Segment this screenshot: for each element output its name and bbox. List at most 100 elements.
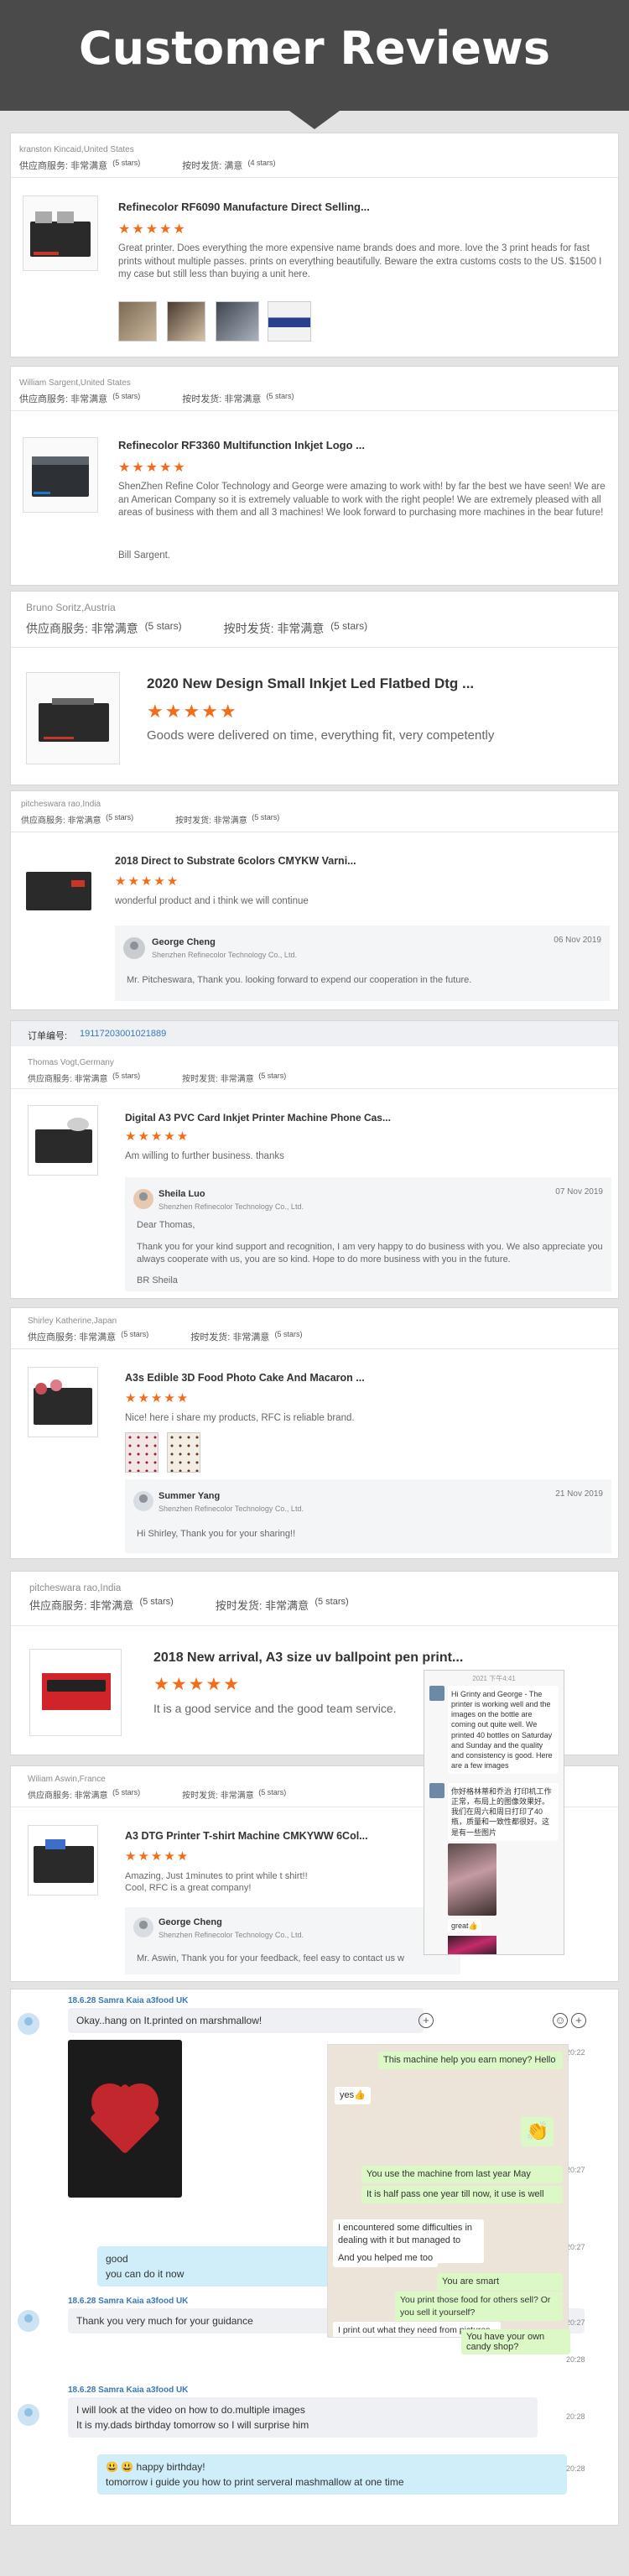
shipping-label: 按时发货: <box>182 1791 218 1801</box>
rating-line: 供应商服务: 非常满意 (5 stars) 按时发货: 非常满意 (5 star… <box>19 392 294 405</box>
product-title[interactable]: 2020 New Design Small Inkjet Led Flatbed… <box>147 675 474 692</box>
product-thumbnail[interactable] <box>23 196 98 271</box>
supplier-rating: 非常满意 <box>70 394 108 404</box>
contact-name: 18.6.28 Samra Kaia a3food UK <box>68 2386 189 2395</box>
star-rating: ★★★★★ <box>125 1129 190 1144</box>
chat-photo[interactable] <box>448 1936 496 1954</box>
order-number[interactable]: 19117203001021889 <box>80 1029 166 1039</box>
chat-message: And you helped me too <box>333 2250 439 2268</box>
supplier-label: 供应商服务: <box>28 1791 72 1801</box>
product-title[interactable]: Refinecolor RF3360 Multifunction Inkjet … <box>118 439 365 451</box>
timestamp: 20:27 <box>566 2243 585 2251</box>
seller-name: George Cheng <box>159 1917 222 1927</box>
seller-name: Sheila Luo <box>159 1189 205 1199</box>
supplier-stars: (5 stars) <box>112 1788 141 1796</box>
shipping-rating: 非常满意 <box>277 622 325 635</box>
timestamp: 20:28 <box>566 2355 585 2364</box>
shipping-label: 按时发货: <box>175 816 211 826</box>
rating-line: 供应商服务: 非常满意 (5 stars) 按时发货: 非常满意 (5 star… <box>26 620 367 637</box>
supplier-rating: 非常满意 <box>70 161 108 171</box>
chat-message: Hi Grinty and George - The printer is wo… <box>448 1686 559 1775</box>
review-card: Shirley Katherine,Japan 供应商服务: 非常满意 (5 s… <box>10 1307 619 1559</box>
divider <box>11 1088 618 1089</box>
product-title[interactable]: Digital A3 PVC Card Inkjet Printer Machi… <box>125 1112 391 1124</box>
rating-line: 供应商服务: 非常满意 (5 stars) 按时发货: 满意 (4 stars) <box>19 159 276 172</box>
shipping-label: 按时发货: <box>182 1075 218 1084</box>
star-rating: ★★★★★ <box>118 461 187 475</box>
customer-name: pitcheswara rao,India <box>29 1583 122 1593</box>
shipping-stars: (5 stars) <box>274 1330 303 1338</box>
seller-reply: Sheila Luo Shenzhen Refinecolor Technolo… <box>125 1177 611 1291</box>
chat-avatar <box>429 1783 444 1798</box>
product-title[interactable]: A3s Edible 3D Food Photo Cake And Macaro… <box>125 1372 365 1384</box>
supplier-rating: 非常满意 <box>90 1599 134 1612</box>
supplier-rating: 非常满意 <box>74 1791 108 1801</box>
review-text: wonderful product and i think we will co… <box>115 896 309 906</box>
supplier-stars: (5 stars) <box>106 813 134 821</box>
seller-name: George Cheng <box>152 937 216 947</box>
chat-message: You are smart <box>437 2273 563 2292</box>
product-thumbnail[interactable] <box>21 850 96 926</box>
product-title[interactable]: 2018 New arrival, A3 size uv ballpoint p… <box>153 1650 463 1666</box>
customer-name: Wiliam Aswin,France <box>28 1775 106 1784</box>
chat-photo[interactable] <box>448 1843 496 1916</box>
product-title[interactable]: Refinecolor RF6090 Manufacture Direct Se… <box>118 201 370 213</box>
shipping-label: 按时发货: <box>215 1599 263 1612</box>
order-label: 订单编号: <box>28 1031 68 1041</box>
supplier-label: 供应商服务: <box>28 1332 77 1343</box>
star-rating: ★★★★★ <box>115 874 180 889</box>
product-thumbnail[interactable] <box>28 1367 98 1437</box>
chat-message-line: I will look at the video on how to do.mu… <box>76 2404 305 2416</box>
chat-message: You print those food for others sell? Or… <box>395 2292 563 2322</box>
review-photo[interactable] <box>118 301 157 342</box>
supplier-label: 供应商服务: <box>26 622 88 635</box>
product-title[interactable]: 2018 Direct to Substrate 6colors CMYKW V… <box>115 855 356 867</box>
timestamp: 20:28 <box>566 2412 585 2421</box>
review-text: It is a good service and the good team s… <box>153 1702 397 1715</box>
rating-line: 供应商服务: 非常满意 (5 stars) 按时发货: 非常满意 (5 star… <box>21 813 279 826</box>
shipping-label: 按时发货: <box>182 394 222 404</box>
chat-message: 你好格林蒂和乔治 打印机工作正常，布局上的图像效果好。我们在周六和周日打印了40… <box>448 1783 559 1841</box>
chat-photo[interactable] <box>68 2040 182 2198</box>
shipping-stars: (5 stars) <box>252 813 280 821</box>
product-thumbnail[interactable] <box>28 1825 98 1895</box>
order-bar: 订单编号: 19117203001021889 <box>11 1021 618 1046</box>
product-thumbnail[interactable] <box>26 672 120 764</box>
seller-avatar <box>133 1917 153 1937</box>
seller-name: Summer Yang <box>159 1491 221 1501</box>
chat-reply-line: tomorrow i guide you how to print server… <box>106 2476 404 2488</box>
chat-message-line: It is my.dads birthday tomorrow so I wil… <box>76 2419 309 2431</box>
star-rating: ★★★★★ <box>125 1391 190 1405</box>
seller-reply: Summer Yang Shenzhen Refinecolor Technol… <box>125 1479 611 1553</box>
supplier-stars: (5 stars) <box>144 620 182 632</box>
reply-text: Mr. Pitcheswara, Thank you. looking forw… <box>127 975 472 985</box>
shipping-rating: 非常满意 <box>265 1599 309 1612</box>
add-icon[interactable]: + <box>418 2013 434 2028</box>
review-photo[interactable] <box>216 301 259 342</box>
review-text: Goods were delivered on time, everything… <box>147 728 495 743</box>
product-thumbnail[interactable] <box>23 437 98 513</box>
review-photo[interactable] <box>167 301 205 342</box>
seller-avatar <box>123 937 145 959</box>
supplier-rating: 非常满意 <box>91 622 138 635</box>
review-photo[interactable] <box>125 1432 159 1473</box>
chat-message: I will look at the video on how to do.mu… <box>68 2397 538 2438</box>
contact-avatar <box>18 2310 39 2332</box>
supplier-rating: 非常满意 <box>79 1332 117 1343</box>
chat-avatar <box>429 1686 444 1701</box>
add-icon[interactable]: + <box>571 2013 586 2028</box>
rating-line: 供应商服务: 非常满意 (5 stars) 按时发货: 非常满意 (5 star… <box>28 1072 286 1084</box>
contact-avatar <box>18 2013 39 2035</box>
product-thumbnail[interactable] <box>28 1105 98 1176</box>
divider <box>11 177 618 178</box>
product-thumbnail[interactable] <box>29 1649 122 1736</box>
emoji-icon[interactable]: ☺ <box>553 2013 568 2028</box>
review-photo[interactable] <box>167 1432 200 1473</box>
customer-name: pitcheswara rao,India <box>21 800 101 809</box>
review-photo[interactable] <box>268 301 311 342</box>
divider <box>11 1625 618 1626</box>
product-title[interactable]: A3 DTG Printer T-shirt Machine CMKYWW 6C… <box>125 1830 368 1842</box>
supplier-stars: (5 stars) <box>112 1072 141 1080</box>
divider <box>11 410 618 411</box>
review-card: kranston Kincaid,United States 供应商服务: 非常… <box>10 133 619 357</box>
